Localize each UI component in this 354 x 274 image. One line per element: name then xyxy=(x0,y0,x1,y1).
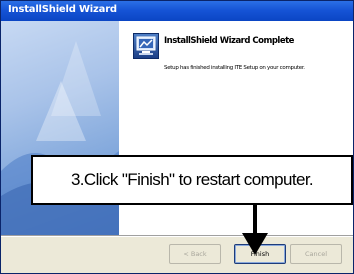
dialog-message: Setup has finished installing ITE Setup … xyxy=(164,65,305,71)
installshield-wizard-window: InstallShield Wizard InstallShield Wizar… xyxy=(0,0,354,274)
back-button[interactable]: < Back xyxy=(169,244,221,264)
dialog-heading: InstallShield Wizard Complete xyxy=(164,36,294,46)
cancel-button[interactable]: Cancel xyxy=(290,244,342,264)
down-arrow-icon xyxy=(242,205,268,255)
callout-text: 3.Click "Finish" to restart computer. xyxy=(70,170,314,189)
title-bar[interactable]: InstallShield Wizard xyxy=(1,1,353,21)
wizard-computer-icon xyxy=(133,33,159,59)
button-separator xyxy=(1,235,353,237)
instruction-callout: 3.Click "Finish" to restart computer. xyxy=(31,155,353,205)
window-title: InstallShield Wizard xyxy=(8,4,117,15)
